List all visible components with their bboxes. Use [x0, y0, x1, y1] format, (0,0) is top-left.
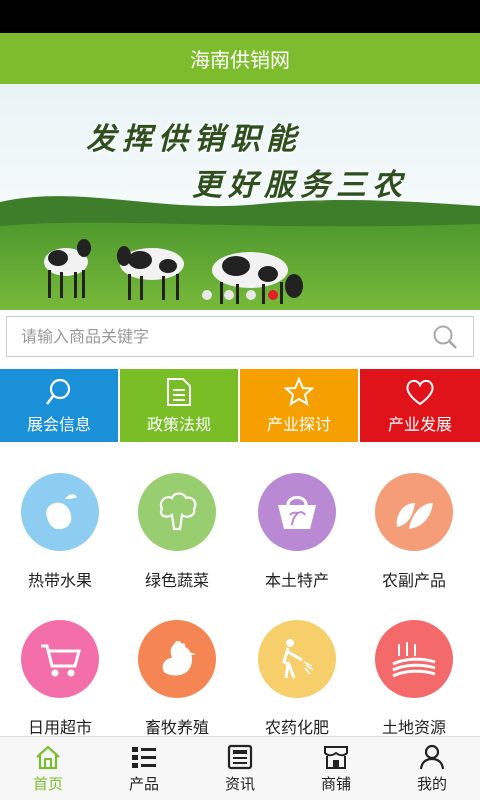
quick-link-industry-development[interactable]: 产业发展: [360, 369, 480, 442]
carousel-dot[interactable]: [246, 290, 256, 300]
mango-icon: [21, 473, 99, 551]
broccoli-icon: [138, 473, 216, 551]
banner-carousel[interactable]: 发挥供销职能 更好服务三农: [0, 84, 480, 310]
search-icon: [44, 377, 74, 407]
category-pesticides-fertilizers[interactable]: 农药化肥: [237, 620, 357, 738]
heart-icon: [405, 377, 435, 407]
banner-slogan-line1: 发挥供销职能: [86, 122, 302, 157]
tab-label: 我的: [416, 775, 447, 793]
leaves-icon: [375, 473, 453, 551]
category-livestock[interactable]: 畜牧养殖: [117, 620, 237, 738]
category-local-specialties[interactable]: 本土特产: [237, 473, 357, 591]
category-green-vegetables[interactable]: 绿色蔬菜: [117, 473, 237, 591]
tab-label: 资讯: [224, 775, 255, 793]
carousel-indicator: [0, 290, 480, 300]
tab-label: 商铺: [320, 775, 351, 793]
banner-slogan-line2: 更好服务三农: [192, 168, 408, 203]
quick-link-label: 产业发展: [387, 414, 452, 434]
shop-icon: [322, 743, 350, 771]
category-daily-supermarket[interactable]: 日用超市: [0, 620, 120, 738]
home-icon: [34, 743, 62, 771]
tab-home[interactable]: 首页: [0, 737, 96, 800]
category-tropical-fruits[interactable]: 热带水果: [0, 473, 120, 591]
category-label: 农药化肥: [264, 718, 329, 737]
tab-me[interactable]: 我的: [384, 737, 480, 800]
category-label: 本土特产: [264, 571, 329, 590]
carousel-dot[interactable]: [224, 290, 234, 300]
quick-link-policies[interactable]: 政策法规: [120, 369, 240, 442]
category-land-resources[interactable]: 土地资源: [354, 620, 474, 738]
tab-news[interactable]: 资讯: [192, 737, 288, 800]
app-title-bar: 海南供销网: [0, 33, 480, 84]
tab-label: 首页: [32, 775, 63, 793]
search-bar: [6, 316, 474, 357]
category-label: 畜牧养殖: [144, 718, 209, 737]
category-label: 绿色蔬菜: [144, 571, 209, 590]
tab-label: 产品: [128, 775, 159, 793]
quick-link-exhibitions[interactable]: 展会信息: [0, 369, 120, 442]
category-label: 日用超市: [27, 718, 92, 737]
category-label: 热带水果: [27, 571, 92, 590]
user-icon: [419, 743, 445, 771]
star-icon: [284, 376, 314, 407]
tab-shops[interactable]: 商铺: [288, 737, 384, 800]
status-bar: [0, 0, 480, 33]
basket-icon: [258, 473, 336, 551]
chicken-icon: [138, 620, 216, 698]
quick-link-label: 展会信息: [26, 414, 91, 434]
carousel-dot-active[interactable]: [268, 290, 278, 300]
carousel-dot[interactable]: [202, 290, 212, 300]
field-icon: [375, 620, 453, 698]
list-icon: [130, 743, 158, 771]
search-input[interactable]: [7, 327, 425, 346]
news-icon: [226, 743, 254, 771]
page-title: 海南供销网: [190, 48, 290, 72]
quick-link-label: 产业探讨: [266, 414, 331, 434]
search-icon[interactable]: [425, 317, 465, 357]
sprayer-icon: [258, 620, 336, 698]
cart-icon: [21, 620, 99, 698]
quick-link-label: 政策法规: [146, 414, 211, 434]
document-icon: [166, 377, 192, 407]
category-label: 农副产品: [381, 571, 446, 590]
bottom-tab-bar: 首页 产品 资讯 商铺 我的: [0, 736, 480, 800]
quick-links: 展会信息 政策法规 产业探讨 产业发展: [0, 369, 480, 442]
category-label: 土地资源: [381, 718, 446, 737]
tab-products[interactable]: 产品: [96, 737, 192, 800]
quick-link-industry-discussion[interactable]: 产业探讨: [240, 369, 360, 442]
category-agricultural-byproducts[interactable]: 农副产品: [354, 473, 474, 591]
